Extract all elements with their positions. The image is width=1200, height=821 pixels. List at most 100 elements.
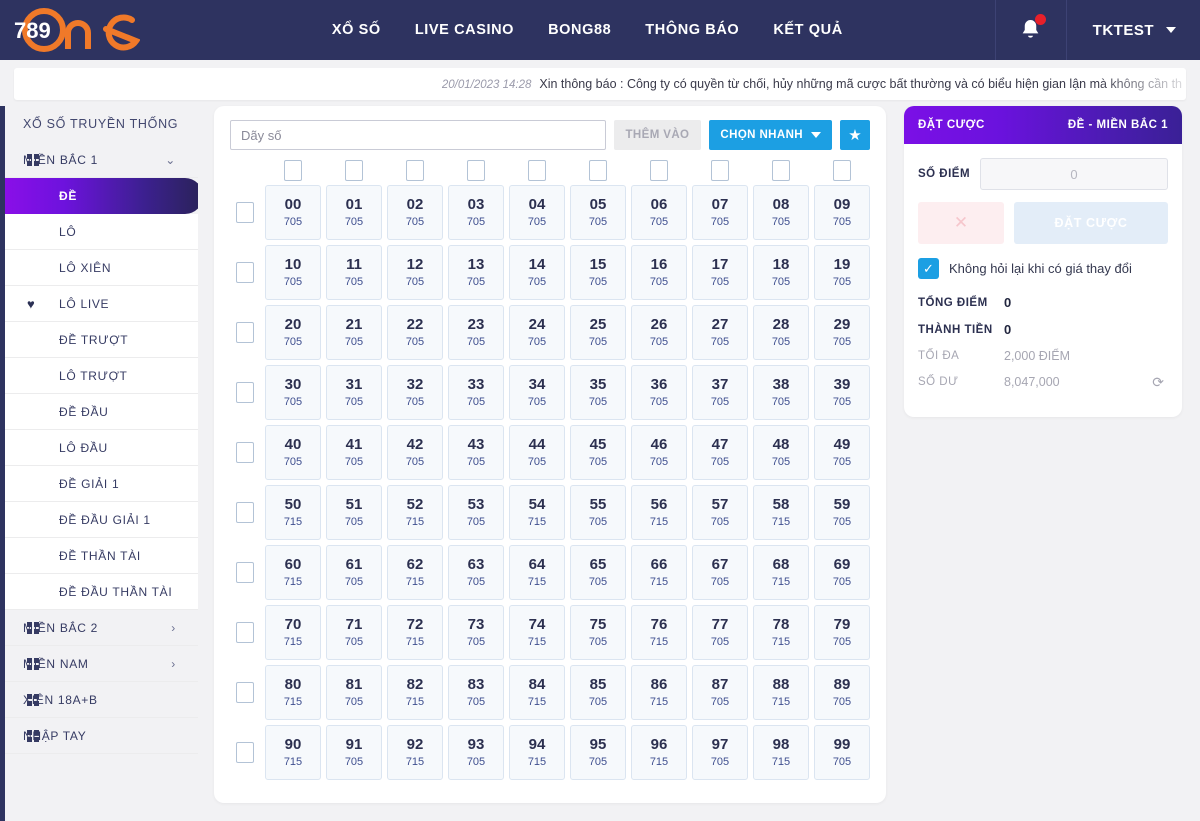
number-cell[interactable]: 04 705 — [509, 185, 565, 240]
sidebar-item-de[interactable]: ĐỀ — [5, 178, 198, 214]
number-cell[interactable]: 20 705 — [265, 305, 321, 360]
number-cell[interactable]: 09 705 — [814, 185, 870, 240]
number-cell[interactable]: 19 705 — [814, 245, 870, 300]
number-cell[interactable]: 60 715 — [265, 545, 321, 600]
clear-button[interactable]: ✕ — [918, 202, 1004, 244]
row-checkbox[interactable] — [236, 562, 254, 583]
favorite-button[interactable]: ★ — [840, 120, 870, 150]
row-checkbox[interactable] — [236, 322, 254, 343]
number-cell[interactable]: 33 705 — [448, 365, 504, 420]
nav-item-thong-bao[interactable]: THÔNG BÁO — [645, 22, 739, 38]
sidebar-item-de-truot[interactable]: ĐỀ TRƯỢT — [5, 322, 198, 358]
number-cell[interactable]: 56 715 — [631, 485, 687, 540]
number-cell[interactable]: 50 715 — [265, 485, 321, 540]
number-cell[interactable]: 89 705 — [814, 665, 870, 720]
number-cell[interactable]: 39 705 — [814, 365, 870, 420]
number-sequence-input[interactable] — [230, 120, 606, 150]
number-cell[interactable]: 18 705 — [753, 245, 809, 300]
number-cell[interactable]: 47 705 — [692, 425, 748, 480]
column-select-cell[interactable] — [265, 160, 321, 181]
user-menu[interactable]: TKTEST — [1067, 22, 1186, 39]
row-select-cell[interactable] — [230, 682, 260, 703]
number-cell[interactable]: 01 705 — [326, 185, 382, 240]
column-select-cell[interactable] — [753, 160, 809, 181]
number-cell[interactable]: 90 715 — [265, 725, 321, 780]
number-cell[interactable]: 75 705 — [570, 605, 626, 660]
row-checkbox[interactable] — [236, 382, 254, 403]
number-cell[interactable]: 11 705 — [326, 245, 382, 300]
column-select-cell[interactable] — [814, 160, 870, 181]
number-cell[interactable]: 70 715 — [265, 605, 321, 660]
number-cell[interactable]: 66 715 — [631, 545, 687, 600]
quick-select-dropdown[interactable]: CHỌN NHANH — [709, 120, 832, 150]
column-select-cell[interactable] — [570, 160, 626, 181]
sidebar-item-nhap-tay[interactable]: NHẬP TAY — [5, 718, 198, 754]
number-cell[interactable]: 81 705 — [326, 665, 382, 720]
number-cell[interactable]: 93 705 — [448, 725, 504, 780]
nav-item-xo-so[interactable]: XỔ SỐ — [332, 22, 381, 38]
number-cell[interactable]: 62 715 — [387, 545, 443, 600]
confirm-price-change-checkbox[interactable]: ✓ — [918, 258, 939, 279]
number-cell[interactable]: 26 705 — [631, 305, 687, 360]
column-checkbox[interactable] — [284, 160, 302, 181]
number-cell[interactable]: 96 715 — [631, 725, 687, 780]
nav-item-bong88[interactable]: BONG88 — [548, 22, 611, 38]
number-cell[interactable]: 36 705 — [631, 365, 687, 420]
column-select-cell[interactable] — [387, 160, 443, 181]
points-input[interactable] — [980, 158, 1168, 190]
number-cell[interactable]: 79 705 — [814, 605, 870, 660]
number-cell[interactable]: 72 715 — [387, 605, 443, 660]
column-select-cell[interactable] — [692, 160, 748, 181]
nav-item-ket-qua[interactable]: KẾT QUẢ — [773, 22, 842, 38]
row-select-cell[interactable] — [230, 742, 260, 763]
row-checkbox[interactable] — [236, 682, 254, 703]
column-checkbox[interactable] — [711, 160, 729, 181]
number-cell[interactable]: 98 715 — [753, 725, 809, 780]
column-select-cell[interactable] — [509, 160, 565, 181]
column-checkbox[interactable] — [650, 160, 668, 181]
number-cell[interactable]: 44 705 — [509, 425, 565, 480]
sidebar-item-mien-nam[interactable]: MIỀN NAM › — [5, 646, 198, 682]
number-cell[interactable]: 80 715 — [265, 665, 321, 720]
nav-item-live-casino[interactable]: LIVE CASINO — [415, 22, 514, 38]
number-cell[interactable]: 45 705 — [570, 425, 626, 480]
row-checkbox[interactable] — [236, 262, 254, 283]
number-cell[interactable]: 67 705 — [692, 545, 748, 600]
number-cell[interactable]: 35 705 — [570, 365, 626, 420]
row-select-cell[interactable] — [230, 502, 260, 523]
row-checkbox[interactable] — [236, 622, 254, 643]
column-select-cell[interactable] — [448, 160, 504, 181]
row-checkbox[interactable] — [236, 202, 254, 223]
number-cell[interactable]: 97 705 — [692, 725, 748, 780]
number-cell[interactable]: 43 705 — [448, 425, 504, 480]
row-select-cell[interactable] — [230, 262, 260, 283]
logo[interactable]: 789 — [0, 7, 140, 53]
number-cell[interactable]: 64 715 — [509, 545, 565, 600]
column-checkbox[interactable] — [833, 160, 851, 181]
number-cell[interactable]: 57 705 — [692, 485, 748, 540]
number-cell[interactable]: 21 705 — [326, 305, 382, 360]
number-cell[interactable]: 02 705 — [387, 185, 443, 240]
number-cell[interactable]: 22 705 — [387, 305, 443, 360]
number-cell[interactable]: 54 715 — [509, 485, 565, 540]
number-cell[interactable]: 00 705 — [265, 185, 321, 240]
number-cell[interactable]: 74 715 — [509, 605, 565, 660]
number-cell[interactable]: 99 705 — [814, 725, 870, 780]
sidebar-item-de-dau-than-tai[interactable]: ĐỀ ĐẦU THẦN TÀI — [5, 574, 198, 610]
row-checkbox[interactable] — [236, 742, 254, 763]
number-cell[interactable]: 34 705 — [509, 365, 565, 420]
number-cell[interactable]: 23 705 — [448, 305, 504, 360]
number-cell[interactable]: 59 705 — [814, 485, 870, 540]
number-cell[interactable]: 63 705 — [448, 545, 504, 600]
number-cell[interactable]: 58 715 — [753, 485, 809, 540]
number-cell[interactable]: 28 705 — [753, 305, 809, 360]
sidebar-item-lo-dau[interactable]: LÔ ĐẦU — [5, 430, 198, 466]
row-select-cell[interactable] — [230, 322, 260, 343]
confirm-price-change-row[interactable]: ✓ Không hỏi lại khi có giá thay đổi — [918, 258, 1168, 279]
column-checkbox[interactable] — [772, 160, 790, 181]
row-select-cell[interactable] — [230, 442, 260, 463]
number-cell[interactable]: 30 705 — [265, 365, 321, 420]
number-cell[interactable]: 83 705 — [448, 665, 504, 720]
number-cell[interactable]: 51 705 — [326, 485, 382, 540]
number-cell[interactable]: 27 705 — [692, 305, 748, 360]
